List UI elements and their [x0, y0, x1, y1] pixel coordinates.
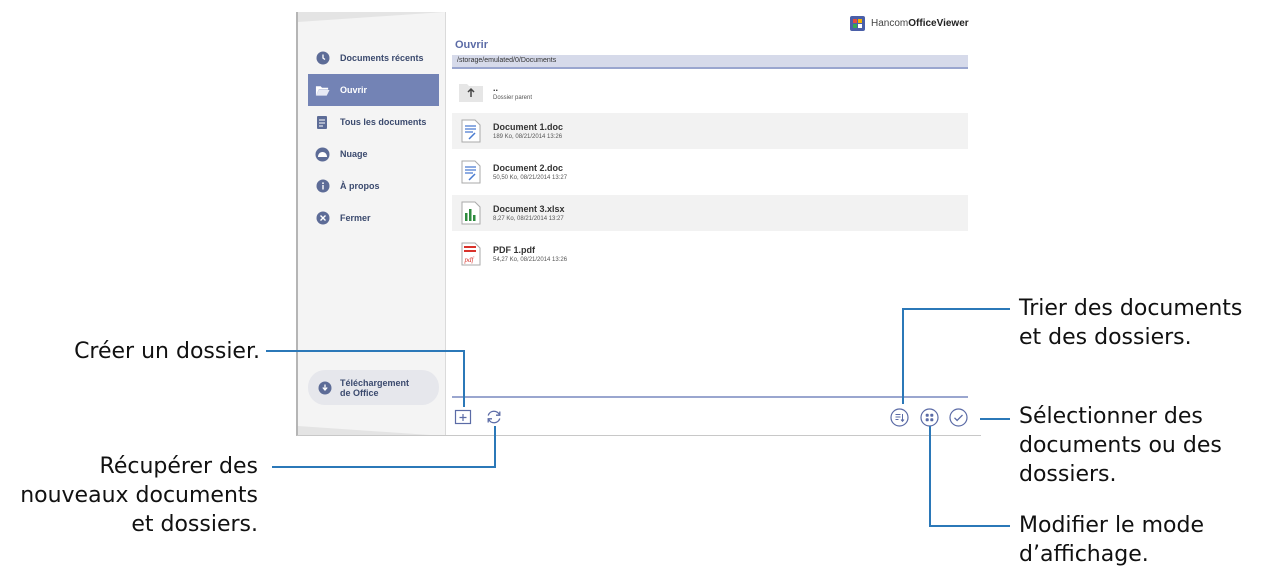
close-icon — [315, 211, 330, 226]
file-meta: 54,27 Ko, 08/21/2014 13:26 — [493, 257, 568, 263]
download-office-label: Téléchargement de Office — [340, 377, 410, 398]
check-circle-icon — [949, 408, 968, 431]
hancom-logo-icon — [850, 16, 865, 31]
page-title: Ouvrir — [455, 39, 489, 51]
callout-select-line-1: Sélectionner des — [1019, 404, 1203, 429]
sidebar-item-label: Nuage — [340, 149, 368, 159]
file-text: Document 3.xlsx 8,27 Ko, 08/21/2014 13:2… — [493, 204, 565, 222]
list-item-document-1[interactable]: Document 1.doc 189 Ko, 08/21/2014 13:26 — [452, 113, 968, 149]
list-item-document-2[interactable]: Document 2.doc 50,50 Ko, 08/21/2014 13:2… — [452, 154, 968, 190]
brand-name: OfficeViewer — [908, 18, 969, 29]
callout-sort-line-2: et des dossiers. — [1019, 325, 1192, 350]
callout-line-refresh-vertical — [494, 426, 496, 468]
sidebar-item-about[interactable]: À propos — [308, 170, 439, 202]
callout-refresh-line-1: Récupérer des — [99, 454, 258, 479]
sidebar-item-close[interactable]: Fermer — [308, 202, 439, 234]
file-meta: 8,27 Ko, 08/21/2014 13:27 — [493, 216, 564, 222]
file-name: Document 3.xlsx — [493, 204, 565, 214]
list-item-pdf-1[interactable]: pdf PDF 1.pdf 54,27 Ko, 08/21/2014 13:26 — [452, 236, 968, 272]
new-folder-button[interactable] — [454, 408, 474, 428]
info-icon — [315, 179, 330, 194]
page-curl-bottom — [298, 426, 445, 435]
download-icon — [317, 380, 332, 395]
app-screen: Documents récents Ouvrir Tous les docume… — [296, 12, 981, 436]
callout-line-select — [980, 418, 1010, 420]
file-text: PDF 1.pdf 54,27 Ko, 08/21/2014 13:26 — [493, 245, 567, 263]
callout-view-mode: Modifier le mode d’affichage. — [1019, 511, 1204, 569]
callout-refresh-line-2: nouveaux documents — [20, 483, 258, 508]
list-item-document-3[interactable]: Document 3.xlsx 8,27 Ko, 08/21/2014 13:2… — [452, 195, 968, 231]
pdf-file-icon: pdf — [461, 242, 481, 266]
callout-line-create-folder — [266, 350, 464, 352]
callout-line-sort-vertical — [902, 308, 904, 404]
callout-view-mode-line-2: d’affichage. — [1019, 542, 1149, 567]
word-document-icon — [461, 119, 481, 143]
sidebar-item-all-documents[interactable]: Tous les documents — [308, 106, 439, 138]
documents-icon — [315, 115, 330, 130]
callout-sort: Trier des documents et des dossiers. — [1019, 294, 1242, 352]
add-folder-icon — [454, 409, 472, 430]
file-name: Document 2.doc — [493, 163, 564, 173]
sort-button[interactable] — [890, 408, 910, 428]
sort-icon — [890, 408, 909, 431]
callout-sort-line-1: Trier des documents — [1019, 296, 1243, 321]
sidebar: Documents récents Ouvrir Tous les docume… — [298, 12, 445, 435]
callout-refresh-line-3: et dossiers. — [131, 512, 258, 537]
sidebar-item-label: Fermer — [340, 213, 371, 223]
parent-folder-row[interactable]: .. Dossier parent — [452, 74, 968, 110]
download-office-button[interactable]: Téléchargement de Office — [308, 370, 439, 405]
callout-select: Sélectionner des documents ou des dossie… — [1019, 402, 1222, 489]
sidebar-item-recent-documents[interactable]: Documents récents — [308, 42, 439, 74]
word-document-icon — [461, 160, 481, 184]
callout-refresh: Récupérer des nouveaux documents et doss… — [20, 452, 258, 539]
callout-line-sort — [902, 308, 1010, 310]
folder-up-icon — [459, 82, 483, 102]
callout-select-line-3: dossiers. — [1019, 462, 1117, 487]
sidebar-item-label: À propos — [340, 181, 380, 191]
sidebar-item-cloud[interactable]: Nuage — [308, 138, 439, 170]
file-name: PDF 1.pdf — [493, 245, 535, 255]
callout-select-line-2: documents ou des — [1019, 433, 1222, 458]
sidebar-item-label: Tous les documents — [340, 117, 427, 127]
refresh-button[interactable] — [485, 408, 505, 428]
folder-open-icon — [315, 83, 330, 98]
callout-line-view-mode — [929, 525, 1010, 527]
file-text: Document 1.doc 189 Ko, 08/21/2014 13:26 — [493, 122, 563, 140]
callout-line-refresh — [272, 466, 496, 468]
brand-prefix: Hancom — [871, 18, 909, 29]
file-text: Document 2.doc 50,50 Ko, 08/21/2014 13:2… — [493, 163, 567, 181]
sidebar-divider — [445, 12, 446, 435]
app-brand: Hancom OfficeViewer — [850, 16, 969, 31]
path-breadcrumb: /storage/emulated/0/Documents — [452, 55, 968, 69]
sidebar-item-label: Documents récents — [340, 53, 424, 63]
callout-view-mode-line-1: Modifier le mode — [1019, 513, 1204, 538]
sidebar-item-open[interactable]: Ouvrir — [308, 74, 439, 106]
cloud-icon — [315, 147, 330, 162]
page-curl-top — [298, 12, 445, 22]
file-meta: 50,50 Ko, 08/21/2014 13:27 — [493, 175, 568, 181]
callout-line-create-folder-vertical — [463, 350, 465, 407]
select-button[interactable] — [949, 408, 969, 428]
file-meta: 189 Ko, 08/21/2014 13:26 — [493, 134, 563, 140]
clock-icon — [315, 51, 330, 66]
callout-create-folder-text: Créer un dossier. — [74, 339, 260, 364]
svg-text:pdf: pdf — [464, 256, 475, 264]
parent-folder-text: .. Dossier parent — [493, 83, 532, 101]
callout-create-folder: Créer un dossier. — [74, 337, 260, 366]
parent-folder-name: .. — [493, 83, 499, 93]
spreadsheet-icon — [461, 201, 481, 225]
sidebar-item-label: Ouvrir — [340, 85, 368, 95]
toolbar-divider — [452, 396, 968, 398]
view-mode-button[interactable] — [920, 408, 940, 428]
parent-folder-label: Dossier parent — [493, 95, 533, 101]
file-name: Document 1.doc — [493, 122, 564, 132]
callout-line-view-mode-vertical — [929, 426, 931, 527]
